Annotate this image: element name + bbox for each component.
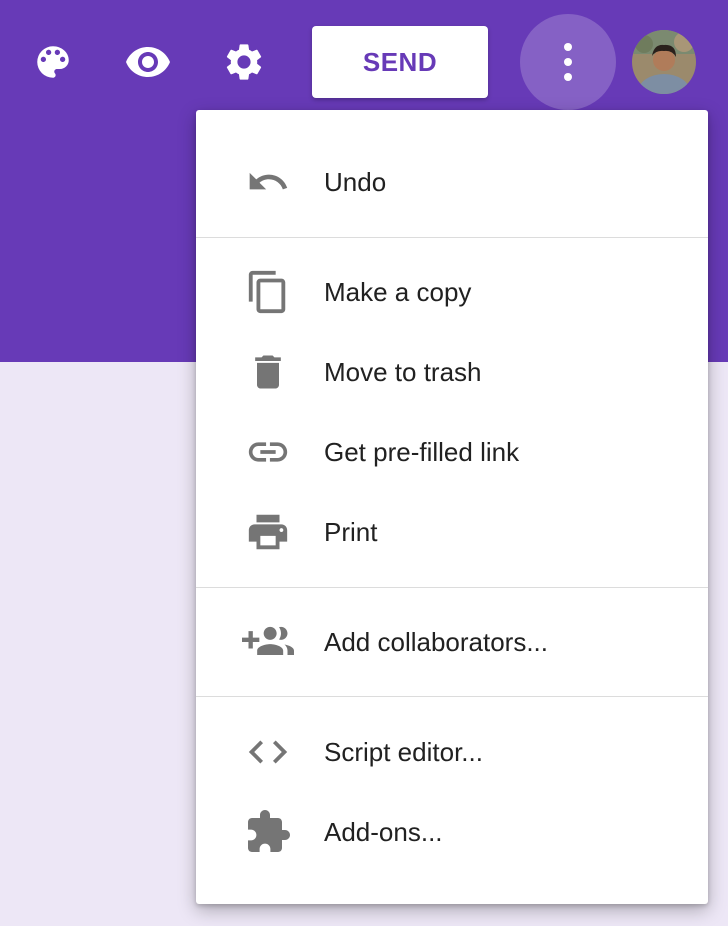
menu-item-label: Make a copy (324, 277, 472, 307)
forms-page: SEND Undo Make a copy Move to trash Get … (0, 0, 728, 926)
menu-item-add-collaborators[interactable]: Add collaborators... (196, 602, 708, 682)
add-people-icon (240, 618, 296, 666)
menu-item-label: Move to trash (324, 357, 482, 387)
menu-item-move-to-trash[interactable]: Move to trash (196, 332, 708, 412)
menu-item-make-a-copy[interactable]: Make a copy (196, 252, 708, 332)
menu-item-label: Get pre-filled link (324, 437, 520, 467)
more-options-menu: Undo Make a copy Move to trash Get pre-f… (196, 110, 708, 904)
puzzle-icon (240, 808, 296, 856)
send-button[interactable]: SEND (312, 26, 488, 98)
menu-divider (196, 696, 708, 697)
menu-item-label: Add collaborators... (324, 627, 549, 657)
menu-divider (196, 237, 708, 238)
menu-item-label: Add-ons... (324, 817, 443, 847)
undo-icon (240, 158, 296, 206)
menu-item-get-pre-filled-link[interactable]: Get pre-filled link (196, 412, 708, 492)
menu-item-script-editor[interactable]: Script editor... (196, 712, 708, 792)
more-vert-icon (564, 43, 572, 81)
user-photo (632, 30, 696, 94)
code-icon (240, 728, 296, 776)
print-icon (240, 508, 296, 556)
copy-icon (240, 268, 296, 316)
gear-icon[interactable] (218, 36, 270, 88)
trash-icon (240, 348, 296, 396)
menu-item-label: Script editor... (324, 737, 483, 767)
avatar[interactable] (632, 30, 696, 94)
menu-item-label: Print (324, 517, 378, 547)
more-options-button[interactable] (520, 14, 616, 110)
menu-divider (196, 587, 708, 588)
eye-icon[interactable] (122, 36, 174, 88)
menu-item-print[interactable]: Print (196, 492, 708, 572)
menu-item-undo[interactable]: Undo (196, 142, 708, 222)
menu-item-add-ons[interactable]: Add-ons... (196, 792, 708, 872)
palette-icon[interactable] (27, 36, 79, 88)
menu-item-label: Undo (324, 167, 387, 197)
link-icon (240, 428, 296, 476)
